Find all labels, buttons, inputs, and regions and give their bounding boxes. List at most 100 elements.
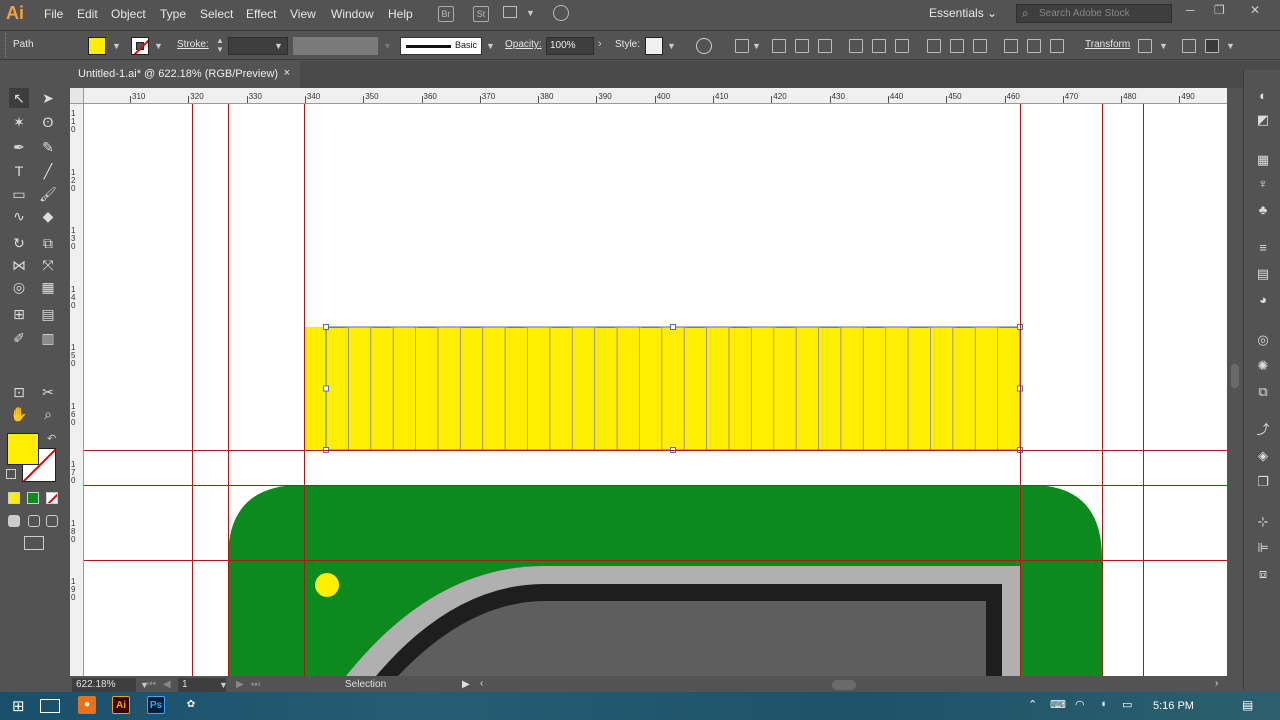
artboards-panel-icon[interactable]: ❐ <box>1255 474 1271 490</box>
close-tab-icon[interactable]: × <box>284 67 290 79</box>
line-segment-tool-icon[interactable]: ╱ <box>38 161 58 181</box>
color-guide-icon[interactable]: ◩ <box>1255 112 1271 128</box>
rectangle-tool-icon[interactable]: ▭ <box>9 184 29 204</box>
task-view-icon[interactable] <box>40 699 60 713</box>
align-top-icon[interactable] <box>849 39 863 53</box>
chevron-down-icon[interactable]: ▼ <box>667 41 676 51</box>
distribute-left-icon[interactable] <box>1004 39 1018 53</box>
network-icon[interactable]: ⌨ <box>1050 698 1066 711</box>
isolate-group-icon[interactable] <box>1182 39 1196 53</box>
none-mode-icon[interactable] <box>46 492 58 504</box>
menu-window[interactable]: Window <box>331 7 374 21</box>
slice-tool-icon[interactable]: ✂ <box>38 382 58 402</box>
layers-icon[interactable]: ◈ <box>1255 448 1271 464</box>
zoom-field[interactable]: 622.18% <box>72 678 136 692</box>
scroll-left-icon[interactable]: ‹ <box>480 678 483 689</box>
gradient-panel-icon[interactable]: ▤ <box>1255 266 1271 282</box>
workspace-switcher[interactable]: Essentials ⌄ <box>929 6 997 20</box>
stroke-swatch[interactable] <box>131 37 149 55</box>
bridge-icon[interactable]: Br <box>438 6 454 22</box>
wifi-icon[interactable]: ◠ <box>1075 698 1085 711</box>
horizontal-scroll-thumb[interactable] <box>832 680 856 690</box>
align-right-icon[interactable] <box>818 39 832 53</box>
transform-link[interactable]: Transform <box>1085 39 1130 50</box>
chevron-down-icon[interactable]: ▼ <box>274 41 283 51</box>
chevron-down-icon[interactable]: ▼ <box>1226 41 1235 51</box>
horizontal-ruler[interactable]: 310 320 330 340 350 360 370 380 390 400 410 420 430 4… <box>70 88 1227 104</box>
reference-point-icon[interactable] <box>1138 39 1152 53</box>
menu-view[interactable]: View <box>290 7 316 21</box>
stock-icon[interactable]: St <box>473 6 489 22</box>
rotate-tool-icon[interactable]: ↻ <box>9 233 29 253</box>
stroke-label[interactable]: Stroke: <box>177 39 209 50</box>
perspective-grid-tool-icon[interactable]: ▦ <box>38 277 58 297</box>
eyedropper-tool-icon[interactable]: ✐ <box>9 328 29 348</box>
shape-builder-tool-icon[interactable]: ◎ <box>9 277 29 297</box>
previous-artboard-icon[interactable]: ◀ <box>163 679 171 690</box>
curvature-tool-icon[interactable]: ✎ <box>38 137 58 157</box>
change-screen-mode-icon[interactable] <box>24 536 44 550</box>
fill-swatch[interactable] <box>88 37 106 55</box>
lasso-tool-icon[interactable]: ʘ <box>38 112 58 132</box>
keyboard-icon[interactable]: ▭ <box>1122 698 1132 711</box>
width-tool-icon[interactable]: ⋈ <box>9 255 29 275</box>
arrange-documents-icon[interactable] <box>503 6 517 18</box>
menu-select[interactable]: Select <box>200 7 233 21</box>
first-artboard-icon[interactable]: ⏮ <box>147 679 156 690</box>
distribute-horizontal-center-icon[interactable] <box>1027 39 1041 53</box>
symbols-icon[interactable]: ♣ <box>1255 202 1271 218</box>
scroll-right-icon[interactable]: › <box>1215 678 1218 689</box>
distribute-vertical-center-icon[interactable] <box>950 39 964 53</box>
menu-type[interactable]: Type <box>160 7 186 21</box>
distribute-top-icon[interactable] <box>927 39 941 53</box>
photoshop-taskbar-icon[interactable]: Ps <box>147 696 165 714</box>
swap-fill-stroke-icon[interactable]: ↶ <box>47 432 56 445</box>
align-to-icon[interactable] <box>735 39 749 53</box>
vertical-scrollbar[interactable] <box>1227 88 1243 676</box>
pathfinder-panel-icon[interactable]: ⧈ <box>1255 566 1271 582</box>
align-vertical-center-icon[interactable] <box>872 39 886 53</box>
menu-effect[interactable]: Effect <box>246 7 276 21</box>
gpu-performance-icon[interactable] <box>553 5 569 21</box>
default-fill-stroke-icon[interactable] <box>6 469 16 479</box>
distribute-bottom-icon[interactable] <box>973 39 987 53</box>
fill-color-box-front[interactable] <box>7 433 39 465</box>
graphic-style-swatch[interactable] <box>645 37 663 55</box>
shaper-tool-icon[interactable]: ∿ <box>9 206 29 226</box>
graphic-styles-icon[interactable]: ✺ <box>1255 358 1271 374</box>
vertical-ruler[interactable]: 110 120 130 140 150 160 170 180 190 <box>70 104 84 676</box>
selection-tool-icon[interactable]: ↖ <box>9 88 29 108</box>
brushes-icon[interactable]: ♆ <box>1255 176 1271 192</box>
stroke-panel-icon[interactable]: ≡ <box>1255 240 1271 256</box>
gradient-tool-icon[interactable]: ▤ <box>38 304 58 324</box>
illustrator-taskbar-icon[interactable]: Ai <box>112 696 130 714</box>
pen-tool-icon[interactable]: ✒ <box>9 137 29 157</box>
libraries-icon[interactable]: ⧉ <box>1255 384 1271 400</box>
app-taskbar-icon[interactable]: ✿ <box>182 696 200 714</box>
search-stock-input[interactable]: ⌕ Search Adobe Stock <box>1016 4 1172 23</box>
scroll-thumb[interactable] <box>1231 364 1239 388</box>
gradient-mode-icon[interactable] <box>27 492 39 504</box>
scale-tool-icon[interactable]: ⧉ <box>38 233 58 253</box>
transform-panel-icon[interactable]: ⊹ <box>1255 514 1271 530</box>
export-asset-icon[interactable]: ⤴ <box>1255 422 1271 438</box>
taskbar-clock[interactable]: 5:16 PM <box>1153 700 1194 712</box>
align-panel-icon[interactable]: ⊫ <box>1255 540 1271 556</box>
chevron-down-icon[interactable]: ▼ <box>112 41 121 51</box>
opacity-label[interactable]: Opacity: <box>505 39 542 50</box>
type-tool-icon[interactable]: T <box>9 161 29 181</box>
chevron-down-icon[interactable]: ▼ <box>526 8 535 18</box>
align-bottom-icon[interactable] <box>895 39 909 53</box>
menu-edit[interactable]: Edit <box>77 7 98 21</box>
direct-selection-tool-icon[interactable]: ➤ <box>38 88 58 108</box>
chevron-down-icon[interactable]: ▼ <box>486 41 495 51</box>
distribute-right-icon[interactable] <box>1050 39 1064 53</box>
menu-file[interactable]: File <box>44 7 63 21</box>
draw-inside-icon[interactable] <box>46 515 58 527</box>
column-graph-tool-icon[interactable]: ▥ <box>38 328 58 348</box>
draw-normal-icon[interactable] <box>8 515 20 527</box>
free-transform-tool-icon[interactable]: ⤧ <box>38 255 58 275</box>
color-mode-icon[interactable] <box>8 492 20 504</box>
minimize-icon[interactable]: ─ <box>1186 3 1195 17</box>
align-left-icon[interactable] <box>772 39 786 53</box>
